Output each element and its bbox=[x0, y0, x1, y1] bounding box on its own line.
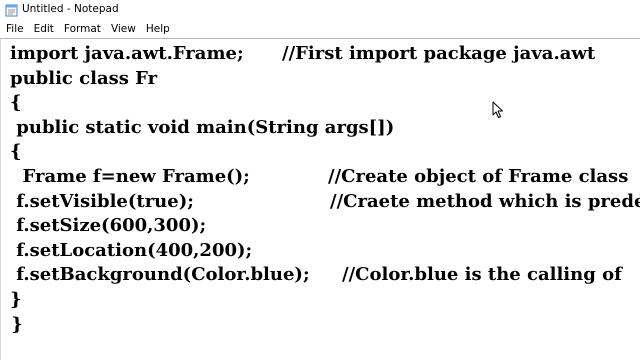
code-comment: //First import package java.awt bbox=[282, 43, 596, 64]
code-text: public class Fr bbox=[10, 67, 158, 89]
code-line: } bbox=[1, 288, 640, 313]
code-line: { bbox=[1, 91, 640, 116]
code-line: f.setVisible(true); //Craete method whic… bbox=[1, 190, 640, 215]
code-text: { bbox=[10, 92, 22, 114]
code-comment: //Craete method which is predef bbox=[330, 190, 640, 212]
code-text: f.setLocation(400,200); bbox=[10, 239, 253, 261]
code-text: f.setBackground(Color.blue); bbox=[10, 264, 310, 286]
code-text: import java.awt.Frame; bbox=[10, 43, 244, 64]
code-line: f.setLocation(400,200); bbox=[1, 239, 640, 264]
menu-format[interactable]: Format bbox=[59, 20, 106, 38]
code-comment: //Create object of Frame class bbox=[328, 165, 629, 187]
code-text: f.setVisible(true); bbox=[10, 190, 194, 212]
code-text: } bbox=[10, 288, 22, 310]
menu-view[interactable]: View bbox=[106, 20, 141, 38]
window-title: Untitled - Notepad bbox=[22, 3, 119, 15]
code-line: f.setBackground(Color.blue); //Color.blu… bbox=[1, 263, 640, 288]
menu-file[interactable]: File bbox=[0, 20, 29, 38]
code-text: { bbox=[10, 141, 22, 163]
code-text: } bbox=[5, 313, 23, 335]
text-editor[interactable]: import java.awt.Frame; //First import pa… bbox=[0, 38, 640, 360]
code-content[interactable]: import java.awt.Frame; //First import pa… bbox=[1, 42, 640, 337]
code-line: public class Fr bbox=[1, 67, 640, 92]
code-text: public static void main(String args[]) bbox=[10, 116, 395, 138]
code-text: Frame f=new Frame(); bbox=[10, 165, 250, 187]
code-line: f.setSize(600,300); bbox=[1, 214, 640, 239]
menu-edit[interactable]: Edit bbox=[29, 20, 59, 38]
menu-help[interactable]: Help bbox=[141, 20, 175, 38]
notepad-icon bbox=[5, 4, 18, 17]
code-comment: //Color.blue is the calling of bbox=[342, 264, 622, 286]
title-bar: Untitled - Notepad bbox=[0, 0, 640, 20]
code-line: } bbox=[1, 313, 640, 338]
code-line: public static void main(String args[]) bbox=[1, 116, 640, 141]
code-line: Frame f=new Frame(); //Create object of … bbox=[1, 165, 640, 190]
menu-bar: File Edit Format View Help bbox=[0, 20, 640, 38]
mouse-pointer-icon bbox=[492, 101, 503, 118]
code-line: import java.awt.Frame; //First import pa… bbox=[1, 42, 640, 67]
code-text: f.setSize(600,300); bbox=[10, 215, 207, 237]
code-line: { bbox=[1, 140, 640, 165]
